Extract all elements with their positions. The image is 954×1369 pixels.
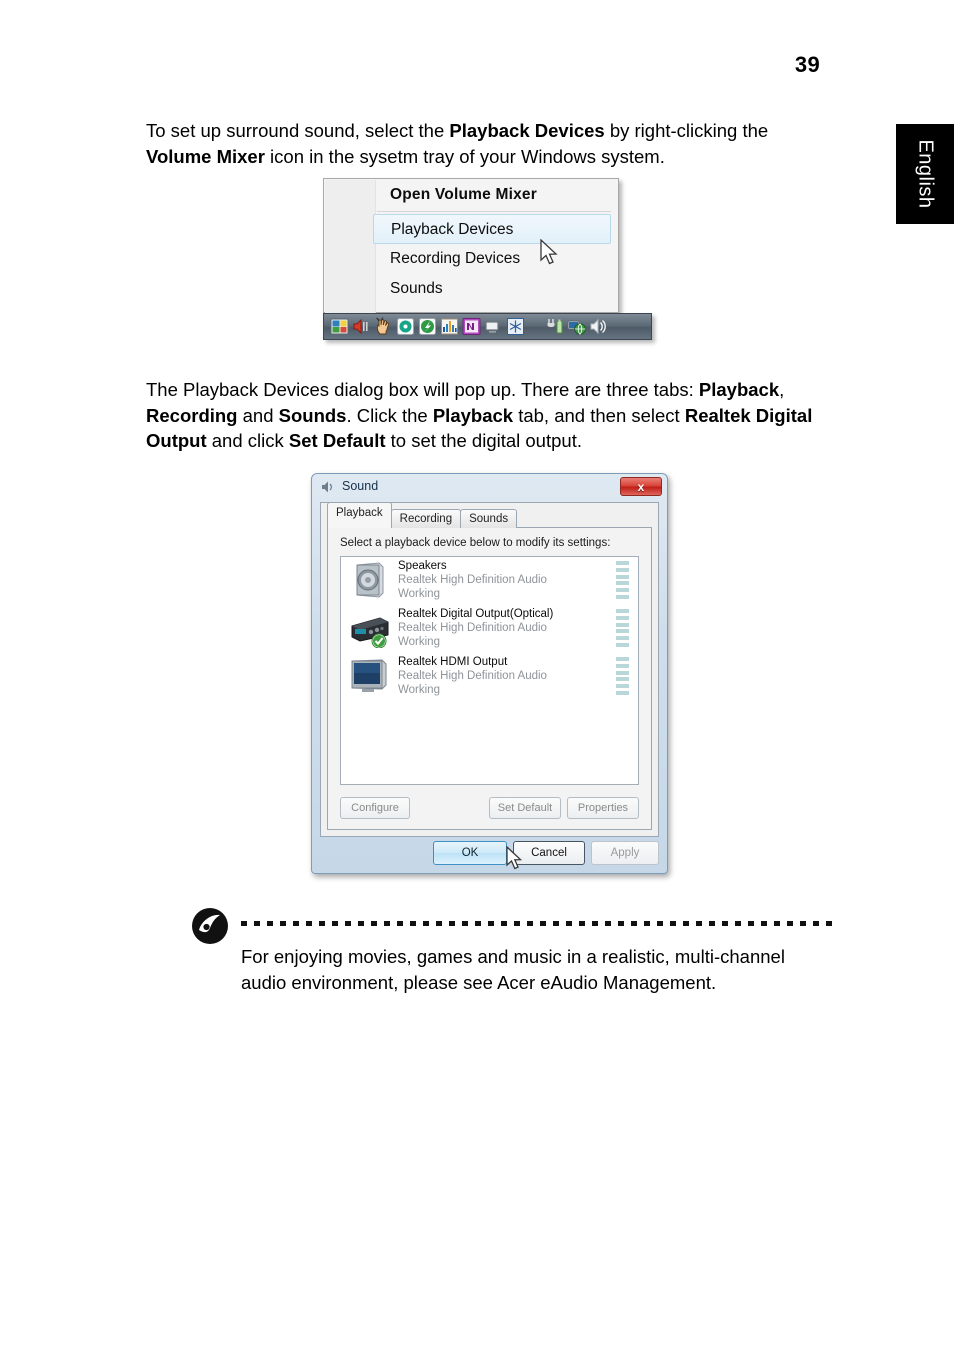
tab-playback[interactable]: Playback (327, 502, 392, 528)
device-name: Realtek Digital Output(Optical) (398, 608, 554, 620)
panel-instruction-label: Select a playback device below to modify… (340, 537, 611, 549)
acer-note-icon (190, 906, 230, 946)
device-status: Working (398, 684, 440, 696)
menu-item-recording-devices[interactable]: Recording Devices (375, 244, 617, 274)
p2-text-2: , (779, 379, 785, 400)
menu-item-list: Open Volume Mixer Playback Devices Recor… (373, 180, 617, 311)
language-tab: English (896, 124, 954, 224)
menu-item-sounds[interactable]: Sounds (375, 274, 617, 304)
intro-paragraph: To set up surround sound, select the Pla… (146, 118, 818, 169)
dialog-action-buttons: OK Cancel Apply (320, 841, 659, 870)
p1-text-1: To set up surround sound, select the (146, 120, 450, 141)
digital-output-icon (349, 608, 391, 649)
battery-plug-icon[interactable] (545, 317, 564, 336)
cd-disc-icon[interactable] (396, 317, 415, 336)
device-text: Realtek Digital Output(Optical) Realtek … (398, 607, 553, 649)
p2-text-5: tab, and then select (513, 404, 685, 426)
p2-text-3: and (237, 404, 279, 426)
green-arrow-icon[interactable] (418, 317, 437, 336)
p2-bold-playback: Playback (698, 379, 780, 400)
sound-dialog-window: Sound x Playback Recording Sounds Select… (311, 473, 668, 874)
hand-pointer-icon[interactable] (374, 317, 393, 336)
dialog-client-area: Playback Recording Sounds Select a playb… (320, 502, 659, 837)
menu-icon-gutter (325, 180, 376, 313)
p2-bold-set-default: Set Default (288, 430, 386, 451)
device-action-buttons: Configure Set Default Properties (340, 797, 639, 819)
tab-recording[interactable]: Recording (390, 509, 462, 528)
close-icon[interactable]: x (620, 477, 662, 496)
p2-bold-recording: Recording (146, 404, 238, 426)
device-name: Speakers (398, 560, 447, 572)
display-settings-icon[interactable] (330, 317, 349, 336)
playback-tab-panel: Select a playback device below to modify… (327, 527, 652, 830)
properties-button[interactable]: Properties (567, 797, 639, 819)
configure-button[interactable]: Configure (340, 797, 410, 819)
menu-separator (377, 211, 611, 212)
nvidia-icon[interactable] (462, 317, 481, 336)
device-status: Working (398, 636, 440, 648)
language-tab-label: English (914, 139, 937, 209)
device-name: Realtek HDMI Output (398, 656, 508, 668)
dialog-title: Sound (342, 479, 379, 493)
playback-device-list[interactable]: Speakers Realtek High Definition Audio W… (340, 556, 639, 785)
speaker-mute-icon[interactable] (352, 317, 371, 336)
p1-bold-volume-mixer: Volume Mixer (146, 145, 265, 167)
tab-bar: Playback Recording Sounds (327, 502, 518, 528)
p1-text-3: icon in the sysetm tray of your Windows … (264, 145, 665, 167)
hdmi-display-icon (349, 656, 391, 696)
p2-text-1: The Playback Devices dialog box will pop… (146, 379, 699, 400)
sound-dialog-screenshot: Sound x Playback Recording Sounds Select… (311, 473, 668, 874)
p2-bold-playback-tab: Playback (432, 404, 514, 426)
page-number: 39 (794, 52, 820, 77)
p2-text-6: and click (206, 430, 289, 451)
note-line-2: audio environment, please see Acer eAudi… (241, 971, 717, 993)
device-list-item[interactable]: Speakers Realtek High Definition Audio W… (341, 557, 638, 605)
note-divider (241, 921, 833, 926)
speaker-icon (321, 480, 336, 494)
menu-item-open-volume-mixer[interactable]: Open Volume Mixer (375, 180, 617, 210)
device-text: Speakers Realtek High Definition Audio W… (398, 559, 547, 601)
set-default-button[interactable]: Set Default (489, 797, 561, 819)
vu-meter (616, 657, 629, 695)
device-list-item[interactable]: Realtek Digital Output(Optical) Realtek … (341, 605, 638, 653)
instructions-paragraph: The Playback Devices dialog box will pop… (146, 377, 818, 454)
note-text: For enjoying movies, games and music in … (241, 944, 841, 995)
tab-sounds[interactable]: Sounds (460, 509, 518, 528)
speakers-icon (349, 560, 391, 600)
device-text: Realtek HDMI Output Realtek High Definit… (398, 655, 547, 697)
equalizer-icon[interactable] (440, 317, 459, 336)
cancel-button[interactable]: Cancel (513, 841, 585, 865)
p1-bold-playback-devices: Playback Devices (449, 120, 605, 141)
monitor-icon[interactable] (484, 317, 503, 336)
p2-text-7: to set the digital output. (385, 430, 582, 451)
volume-icon[interactable] (589, 317, 608, 336)
note-line-1: For enjoying movies, games and music in … (241, 946, 785, 967)
device-list-item[interactable]: Realtek HDMI Output Realtek High Definit… (341, 653, 638, 701)
device-driver: Realtek High Definition Audio (398, 574, 547, 586)
system-tray (323, 313, 652, 340)
menu-item-playback-devices[interactable]: Playback Devices (373, 214, 611, 244)
device-driver: Realtek High Definition Audio (398, 622, 547, 634)
snowflake-icon[interactable] (506, 317, 525, 336)
vu-meter (616, 561, 629, 599)
ok-button[interactable]: OK (433, 841, 507, 865)
device-driver: Realtek High Definition Audio (398, 670, 547, 682)
p2-bold-sounds: Sounds (278, 404, 347, 426)
p1-text-2: by right-clicking the (604, 120, 769, 141)
context-menu: Open Volume Mixer Playback Devices Recor… (323, 178, 619, 313)
volume-mixer-context-menu-screenshot: Open Volume Mixer Playback Devices Recor… (323, 178, 652, 350)
network-globe-icon[interactable] (567, 317, 586, 336)
device-status: Working (398, 588, 440, 600)
vu-meter (616, 609, 629, 647)
apply-button[interactable]: Apply (591, 841, 659, 865)
dialog-title-bar: Sound x (312, 474, 667, 500)
p2-text-4: . Click the (346, 404, 433, 426)
